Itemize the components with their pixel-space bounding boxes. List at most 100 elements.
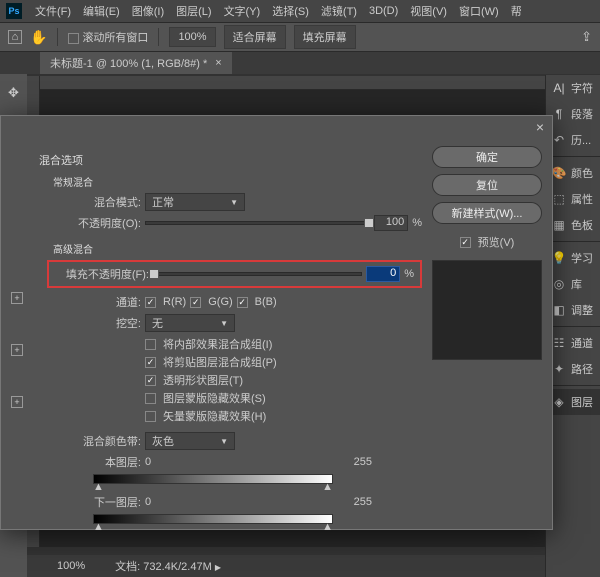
fill-opacity-label: 填充不透明度(F): bbox=[55, 266, 149, 282]
scroll-all-check[interactable]: 滚动所有窗口 bbox=[68, 29, 148, 45]
history-icon: ↶ bbox=[551, 133, 567, 147]
chevron-down-icon: ▼ bbox=[220, 319, 228, 328]
menu-select[interactable]: 选择(S) bbox=[267, 1, 314, 21]
lightbulb-icon: 💡 bbox=[551, 251, 567, 265]
fill-opacity-slider[interactable] bbox=[153, 272, 362, 276]
blend-mode-label: 混合模式: bbox=[53, 194, 141, 210]
channel-g-check[interactable]: G(G) bbox=[190, 296, 232, 308]
panel-history[interactable]: ↶历... bbox=[546, 127, 600, 153]
advanced-blending-label: 高级混合 bbox=[53, 241, 422, 256]
options-bar: ⌂ ✋ 滚动所有窗口 100% 适合屏幕 填充屏幕 ⇪ bbox=[0, 22, 600, 52]
move-tool-icon[interactable]: ✥ bbox=[5, 84, 23, 102]
this-layer-label: 本图层: bbox=[53, 454, 141, 470]
section-title: 混合选项 bbox=[39, 152, 422, 168]
opacity-label: 不透明度(O): bbox=[53, 215, 141, 231]
ruler-horizontal bbox=[40, 76, 545, 90]
close-icon[interactable]: × bbox=[536, 119, 544, 135]
preview-check[interactable]: 预览(V) bbox=[432, 234, 542, 250]
swatches-icon: ▦ bbox=[551, 218, 567, 232]
menu-filter[interactable]: 滤镜(T) bbox=[316, 1, 362, 21]
chevron-down-icon: ▼ bbox=[220, 437, 228, 446]
panel-character[interactable]: A|字符 bbox=[546, 75, 600, 101]
vector-mask-hide-check[interactable]: 矢量蒙版隐藏效果(H) bbox=[145, 408, 422, 424]
cc-icon: ◎ bbox=[551, 277, 567, 291]
panel-libraries[interactable]: ◎库 bbox=[546, 271, 600, 297]
panel-swatches[interactable]: ▦色板 bbox=[546, 212, 600, 238]
properties-icon: ⬚ bbox=[551, 192, 567, 206]
this-layer-gradient[interactable] bbox=[93, 474, 333, 484]
menu-layer[interactable]: 图层(L) bbox=[171, 1, 216, 21]
hand-tool-icon[interactable]: ✋ bbox=[30, 29, 47, 46]
add-effect-icon-3[interactable]: + bbox=[11, 396, 23, 408]
blend-if-select[interactable]: 灰色▼ bbox=[145, 432, 235, 450]
panel-adjustments[interactable]: ◧调整 bbox=[546, 297, 600, 323]
share-icon[interactable]: ⇪ bbox=[581, 29, 592, 45]
new-style-button[interactable]: 新建样式(W)... bbox=[432, 202, 542, 224]
menu-3d[interactable]: 3D(D) bbox=[364, 3, 403, 19]
menu-edit[interactable]: 编辑(E) bbox=[78, 1, 125, 21]
panel-learn[interactable]: 💡学习 bbox=[546, 245, 600, 271]
knockout-select[interactable]: 无▼ bbox=[145, 314, 235, 332]
zoom-level[interactable]: 100% bbox=[169, 27, 215, 47]
fill-opacity-highlight: 填充不透明度(F): 0 % bbox=[47, 260, 422, 288]
blend-clipped-check[interactable]: 将剪贴图层混合成组(P) bbox=[145, 354, 422, 370]
blend-interior-check[interactable]: 将内部效果混合成组(I) bbox=[145, 336, 422, 352]
opacity-slider[interactable] bbox=[145, 221, 370, 225]
channel-b-check[interactable]: B(B) bbox=[237, 296, 277, 308]
underlying-layer-gradient[interactable] bbox=[93, 514, 333, 524]
status-docsize[interactable]: 文档: 732.4K/2.47M ▶ bbox=[115, 558, 221, 574]
add-effect-icon-2[interactable]: + bbox=[11, 344, 23, 356]
percent-label: % bbox=[412, 217, 422, 229]
channels-icon: ☷ bbox=[551, 336, 567, 350]
layers-icon: ◈ bbox=[551, 395, 567, 409]
layer-mask-hide-check[interactable]: 图层蒙版隐藏效果(S) bbox=[145, 390, 422, 406]
channel-r-check[interactable]: R(R) bbox=[145, 296, 186, 308]
menu-bar: Ps 文件(F) 编辑(E) 图像(I) 图层(L) 文字(Y) 选择(S) 滤… bbox=[0, 0, 600, 22]
status-zoom[interactable]: 100% bbox=[57, 560, 85, 572]
palette-icon: 🎨 bbox=[551, 166, 567, 180]
underlying-layer-label: 下一图层: bbox=[53, 494, 141, 510]
document-tab-bar: 未标题-1 @ 100% (1, RGB/8#) *× bbox=[0, 52, 600, 74]
menu-file[interactable]: 文件(F) bbox=[30, 1, 76, 21]
blend-if-label: 混合颜色带: bbox=[53, 433, 141, 449]
dialog-right-column: 确定 复位 新建样式(W)... 预览(V) bbox=[432, 142, 542, 519]
ok-button[interactable]: 确定 bbox=[432, 146, 542, 168]
fit-screen-button[interactable]: 适合屏幕 bbox=[224, 25, 286, 49]
panel-layers[interactable]: ◈图层 bbox=[546, 389, 600, 415]
menu-type[interactable]: 文字(Y) bbox=[219, 1, 266, 21]
panel-paths[interactable]: ✦路径 bbox=[546, 356, 600, 382]
panel-properties[interactable]: ⬚属性 bbox=[546, 186, 600, 212]
add-effect-icon[interactable]: + bbox=[11, 292, 23, 304]
blend-mode-select[interactable]: 正常▼ bbox=[145, 193, 245, 211]
menu-window[interactable]: 窗口(W) bbox=[454, 1, 504, 21]
blending-options-panel: 混合选项 常规混合 混合模式: 正常▼ 不透明度(O): 100 % 高级混合 … bbox=[39, 142, 422, 519]
fill-screen-button[interactable]: 填充屏幕 bbox=[294, 25, 356, 49]
paragraph-icon: ¶ bbox=[551, 107, 567, 121]
preview-thumbnail bbox=[432, 260, 542, 360]
menu-view[interactable]: 视图(V) bbox=[405, 1, 452, 21]
document-tab[interactable]: 未标题-1 @ 100% (1, RGB/8#) *× bbox=[40, 52, 232, 74]
dialog-titlebar[interactable]: × bbox=[1, 116, 552, 138]
close-tab-icon[interactable]: × bbox=[215, 57, 221, 69]
dialog-left-rail: + + + bbox=[11, 142, 29, 519]
channels-label: 通道: bbox=[53, 294, 141, 310]
menu-image[interactable]: 图像(I) bbox=[127, 1, 169, 21]
transparency-shape-check[interactable]: 透明形状图层(T) bbox=[145, 372, 422, 388]
character-icon: A| bbox=[551, 81, 567, 95]
panel-paragraph[interactable]: ¶段落 bbox=[546, 101, 600, 127]
opacity-input[interactable]: 100 bbox=[374, 215, 408, 231]
knockout-label: 挖空: bbox=[53, 315, 141, 331]
layer-style-dialog: × + + + 混合选项 常规混合 混合模式: 正常▼ 不透明度(O): 100… bbox=[0, 115, 553, 530]
paths-icon: ✦ bbox=[551, 362, 567, 376]
reset-button[interactable]: 复位 bbox=[432, 174, 542, 196]
fill-opacity-input[interactable]: 0 bbox=[366, 266, 400, 282]
adjustments-icon: ◧ bbox=[551, 303, 567, 317]
panel-color[interactable]: 🎨颜色 bbox=[546, 160, 600, 186]
right-panel-strip: A|字符 ¶段落 ↶历... 🎨颜色 ⬚属性 ▦色板 💡学习 ◎库 ◧调整 ☷通… bbox=[545, 75, 600, 577]
home-icon[interactable]: ⌂ bbox=[8, 30, 22, 44]
menu-help[interactable]: 帮 bbox=[506, 1, 527, 21]
panel-channels[interactable]: ☷通道 bbox=[546, 330, 600, 356]
status-bar: 100% 文档: 732.4K/2.47M ▶ bbox=[27, 555, 545, 577]
percent-label-2: % bbox=[404, 268, 414, 280]
chevron-down-icon: ▼ bbox=[230, 198, 238, 207]
